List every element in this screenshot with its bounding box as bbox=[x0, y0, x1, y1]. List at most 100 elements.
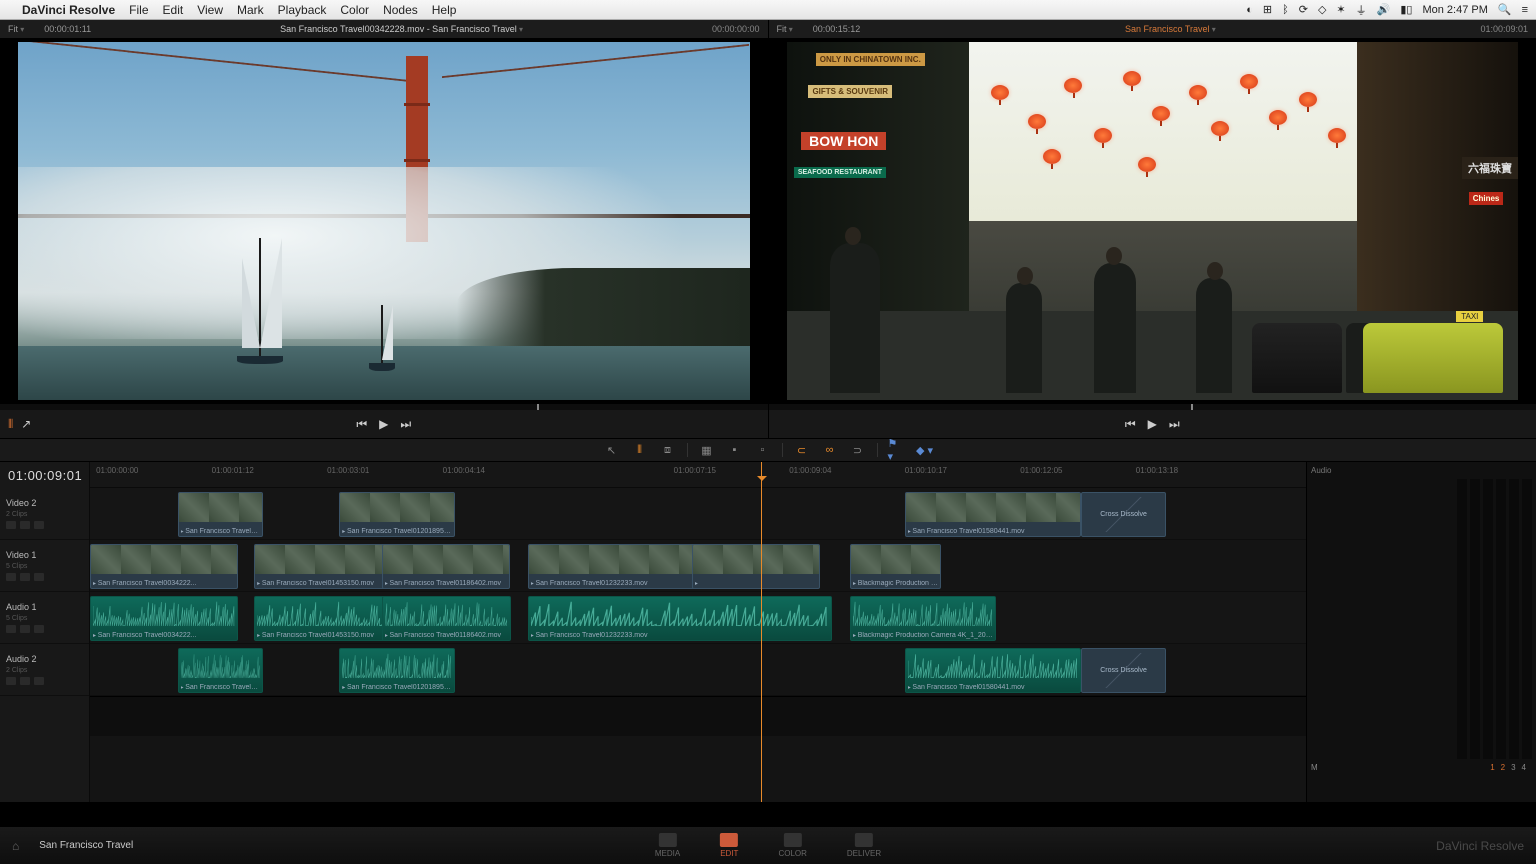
flag-icon[interactable]: ⚑ ▾ bbox=[888, 442, 906, 458]
street-sign: BOW HON bbox=[801, 132, 886, 150]
page-color[interactable]: COLOR bbox=[778, 833, 806, 858]
audio-meter-channel bbox=[1522, 479, 1532, 759]
video-clip[interactable]: San Francisco Travel01201895.mov bbox=[339, 492, 455, 537]
app-menu[interactable]: DaVinci Resolve bbox=[22, 3, 115, 17]
audio-meter-channel bbox=[1483, 479, 1493, 759]
video-clip[interactable] bbox=[692, 544, 820, 589]
menu-help[interactable]: Help bbox=[432, 3, 457, 17]
track-a2: San Francisco Travel014... San Francisco … bbox=[90, 644, 1306, 696]
trim-tool-icon[interactable]: ⦀ bbox=[631, 442, 649, 458]
snap-icon[interactable]: ⊃ bbox=[849, 442, 867, 458]
menu-nodes[interactable]: Nodes bbox=[383, 3, 418, 17]
audio-clip[interactable]: San Francisco Travel01201895.mov bbox=[339, 648, 455, 693]
video-clip[interactable]: San Francisco Travel01232233.mov bbox=[528, 544, 716, 589]
battery-icon[interactable]: ▮▯ bbox=[1400, 3, 1412, 16]
selection-tool-icon[interactable]: ↖ bbox=[603, 442, 621, 458]
fit-dropdown[interactable]: Fit bbox=[8, 24, 24, 34]
audio-clip[interactable]: San Francisco Travel01232233.mov bbox=[528, 596, 832, 641]
prev-clip-icon[interactable]: ⏮ bbox=[1125, 417, 1136, 432]
play-icon[interactable]: ▶ bbox=[1148, 417, 1157, 431]
track-head-a1[interactable]: Audio 1 5 Clips bbox=[0, 592, 89, 644]
audio-meter-channel bbox=[1509, 479, 1519, 759]
wifi-icon[interactable]: ⏚ bbox=[1356, 2, 1367, 18]
street-sign: GIFTS & SOUVENIR bbox=[808, 85, 892, 98]
meter-ch-num: 1 bbox=[1490, 763, 1494, 772]
ruler-tick: 01:00:09:04 bbox=[789, 466, 831, 475]
menu-file[interactable]: File bbox=[129, 3, 148, 17]
source-tc-left: 00:00:01:11 bbox=[44, 24, 91, 34]
track-headers: 01:00:09:01 Video 2 2 Clips Video 1 5 Cl… bbox=[0, 462, 90, 802]
timeline-panel: 01:00:09:01 Video 2 2 Clips Video 1 5 Cl… bbox=[0, 462, 1536, 802]
blade-tool-icon[interactable]: ⧈ bbox=[659, 442, 677, 458]
mac-menubar: DaVinci Resolve File Edit View Mark Play… bbox=[0, 0, 1536, 20]
source-viewer: Fit 00:00:01:11 San Francisco Travel0034… bbox=[0, 20, 769, 438]
clock[interactable]: Mon 2:47 PM bbox=[1422, 4, 1487, 16]
home-icon[interactable]: ⌂ bbox=[12, 839, 19, 853]
volume-icon[interactable]: 🔊 bbox=[1377, 3, 1391, 16]
menu-color[interactable]: Color bbox=[340, 3, 369, 17]
next-clip-icon[interactable]: ⏭ bbox=[400, 417, 411, 432]
meter-ch-num: 3 bbox=[1511, 763, 1515, 772]
program-tc-right: 01:00:09:01 bbox=[1480, 24, 1528, 34]
timeline-tracks[interactable]: 01:00:00:0001:00:01:1201:00:03:0101:00:0… bbox=[90, 462, 1306, 802]
link-icon[interactable]: ⊂ bbox=[793, 442, 811, 458]
insert-icon[interactable]: ▦ bbox=[698, 442, 716, 458]
audio-label: Audio bbox=[1311, 466, 1532, 475]
source-video-frame[interactable] bbox=[18, 42, 750, 400]
video-clip[interactable]: San Francisco Travel0034222... bbox=[90, 544, 238, 589]
fit-dropdown[interactable]: Fit bbox=[777, 24, 793, 34]
waveform-icon[interactable]: ⦀ bbox=[8, 417, 13, 432]
audio-meter-channel bbox=[1457, 479, 1467, 759]
menubar-icon[interactable]: ◐ bbox=[1246, 4, 1253, 16]
menu-mark[interactable]: Mark bbox=[237, 3, 264, 17]
ruler-tick: 01:00:01:12 bbox=[212, 466, 254, 475]
project-name[interactable]: San Francisco Travel bbox=[39, 840, 133, 851]
video-clip[interactable]: Blackmagic Production Camera 4K_1_201... bbox=[850, 544, 941, 589]
audio-meter-channel bbox=[1496, 479, 1506, 759]
page-edit[interactable]: EDIT bbox=[720, 833, 738, 858]
audio-clip[interactable]: San Francisco Travel01580441.mov bbox=[905, 648, 1081, 693]
notification-icon[interactable]: ≡ bbox=[1522, 4, 1528, 16]
spotlight-icon[interactable]: 🔍 bbox=[1498, 3, 1512, 16]
video-clip[interactable]: San Francisco Travel014... bbox=[178, 492, 263, 537]
menubar-icon[interactable]: ⊞ bbox=[1263, 3, 1272, 16]
menu-playback[interactable]: Playback bbox=[278, 3, 327, 17]
meter-ch-num: 2 bbox=[1501, 763, 1505, 772]
track-v2: San Francisco Travel014... San Francisco … bbox=[90, 488, 1306, 540]
sync-icon[interactable]: ⟳ bbox=[1299, 3, 1308, 16]
next-clip-icon[interactable]: ⏭ bbox=[1169, 417, 1180, 432]
program-title[interactable]: San Francisco Travel bbox=[880, 24, 1460, 34]
prev-clip-icon[interactable]: ⏮ bbox=[356, 417, 367, 432]
audio-clip[interactable]: San Francisco Travel0034222... bbox=[90, 596, 238, 641]
transition-clip[interactable]: Cross Dissolve bbox=[1081, 648, 1166, 693]
replace-icon[interactable]: ▫ bbox=[754, 442, 772, 458]
track-head-v2[interactable]: Video 2 2 Clips bbox=[0, 488, 89, 540]
overwrite-icon[interactable]: ▪ bbox=[726, 442, 744, 458]
audio-clip[interactable]: San Francisco Travel014... bbox=[178, 648, 263, 693]
viewer-icon[interactable]: ↗ bbox=[21, 417, 31, 432]
bluetooth-icon[interactable]: ᛒ bbox=[1282, 4, 1289, 16]
program-video-frame[interactable]: ONLY IN CHINATOWN INC. GIFTS & SOUVENIR … bbox=[787, 42, 1519, 400]
menubar-icon[interactable]: ✶ bbox=[1336, 3, 1345, 16]
video-clip[interactable]: San Francisco Travel01186402.mov bbox=[382, 544, 510, 589]
chain-icon[interactable]: ∞ bbox=[821, 442, 839, 458]
program-tc-left: 00:00:15:12 bbox=[813, 24, 861, 34]
page-deliver[interactable]: DELIVER bbox=[847, 833, 881, 858]
audio-clip[interactable]: San Francisco Travel01186402.mov bbox=[382, 596, 511, 641]
menu-view[interactable]: View bbox=[197, 3, 223, 17]
timeline-ruler[interactable]: 01:00:00:0001:00:01:1201:00:03:0101:00:0… bbox=[90, 462, 1306, 488]
brand-label: DaVinci Resolve bbox=[1436, 839, 1524, 853]
menubar-icon[interactable]: ◇ bbox=[1318, 3, 1326, 16]
video-clip[interactable]: San Francisco Travel01580441.mov bbox=[905, 492, 1081, 537]
marker-icon[interactable]: ◆ ▾ bbox=[916, 442, 934, 458]
source-title[interactable]: San Francisco Travel00342228.mov - San F… bbox=[111, 24, 692, 34]
page-media[interactable]: MEDIA bbox=[655, 833, 680, 858]
transition-clip[interactable]: Cross Dissolve bbox=[1081, 492, 1166, 537]
ruler-tick: 01:00:04:14 bbox=[443, 466, 485, 475]
menu-edit[interactable]: Edit bbox=[163, 3, 184, 17]
playhead[interactable] bbox=[761, 462, 762, 802]
track-head-a2[interactable]: Audio 2 2 Clips bbox=[0, 644, 89, 696]
play-icon[interactable]: ▶ bbox=[379, 417, 388, 431]
audio-clip[interactable]: Blackmagic Production Camera 4K_1_201... bbox=[850, 596, 996, 641]
track-head-v1[interactable]: Video 1 5 Clips bbox=[0, 540, 89, 592]
